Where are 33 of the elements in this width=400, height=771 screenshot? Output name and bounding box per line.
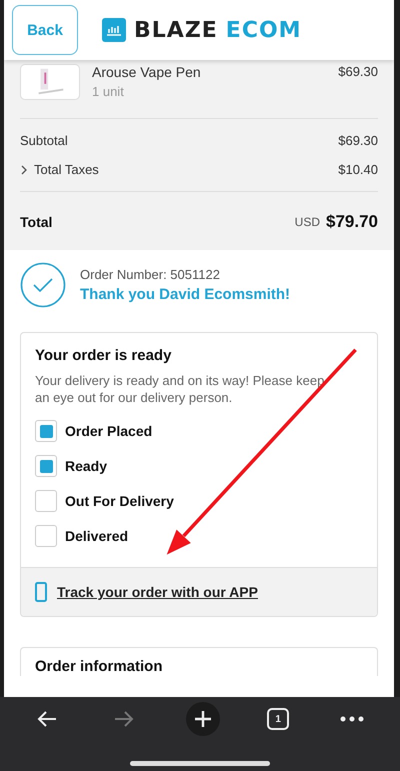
summary-label: Subtotal [20, 133, 68, 148]
summary-label: Total Taxes [34, 162, 99, 177]
tab-count-button[interactable]: 1 [267, 708, 290, 730]
brand-name: ECOM [226, 18, 302, 42]
step-label: Order Placed [65, 423, 152, 439]
new-tab-button[interactable] [186, 702, 220, 736]
card-title: Order information [35, 658, 163, 675]
product-thumbnail [20, 64, 80, 100]
brand-name: BLAZE [134, 18, 218, 42]
summary-value: $69.30 [338, 133, 378, 148]
step-label: Delivered [65, 528, 128, 544]
status-message: Your delivery is ready and on its way! Please keep an eye out for our delivery person. [35, 372, 326, 406]
product-price: $69.30 [338, 64, 378, 81]
product-quantity: 1 unit [92, 84, 125, 99]
back-arrow-icon[interactable] [36, 710, 58, 728]
forward-arrow-icon[interactable] [112, 710, 135, 728]
logo-icon [102, 18, 126, 42]
summary-value: $10.40 [338, 162, 378, 177]
order-number: Order Number: 5051122 [80, 267, 221, 282]
more-icon[interactable] [340, 716, 364, 722]
plus-icon [194, 710, 212, 728]
total-value: $79.70 [326, 212, 378, 232]
check-circle-icon [20, 262, 66, 308]
total-label: Total [20, 214, 52, 230]
currency-label: USD [294, 215, 320, 229]
card-title: Your order is ready [35, 347, 172, 364]
track-order-link[interactable]: Track your order with our APP [57, 584, 258, 600]
thank-you-message: Thank you David Ecomsmith! [80, 286, 292, 303]
step-label: Ready [65, 458, 108, 474]
step-label: Out For Delivery [65, 493, 174, 509]
product-name: Arouse Vape Pen [92, 64, 202, 80]
chevron-icon[interactable] [20, 164, 28, 176]
phone-icon [35, 582, 47, 602]
